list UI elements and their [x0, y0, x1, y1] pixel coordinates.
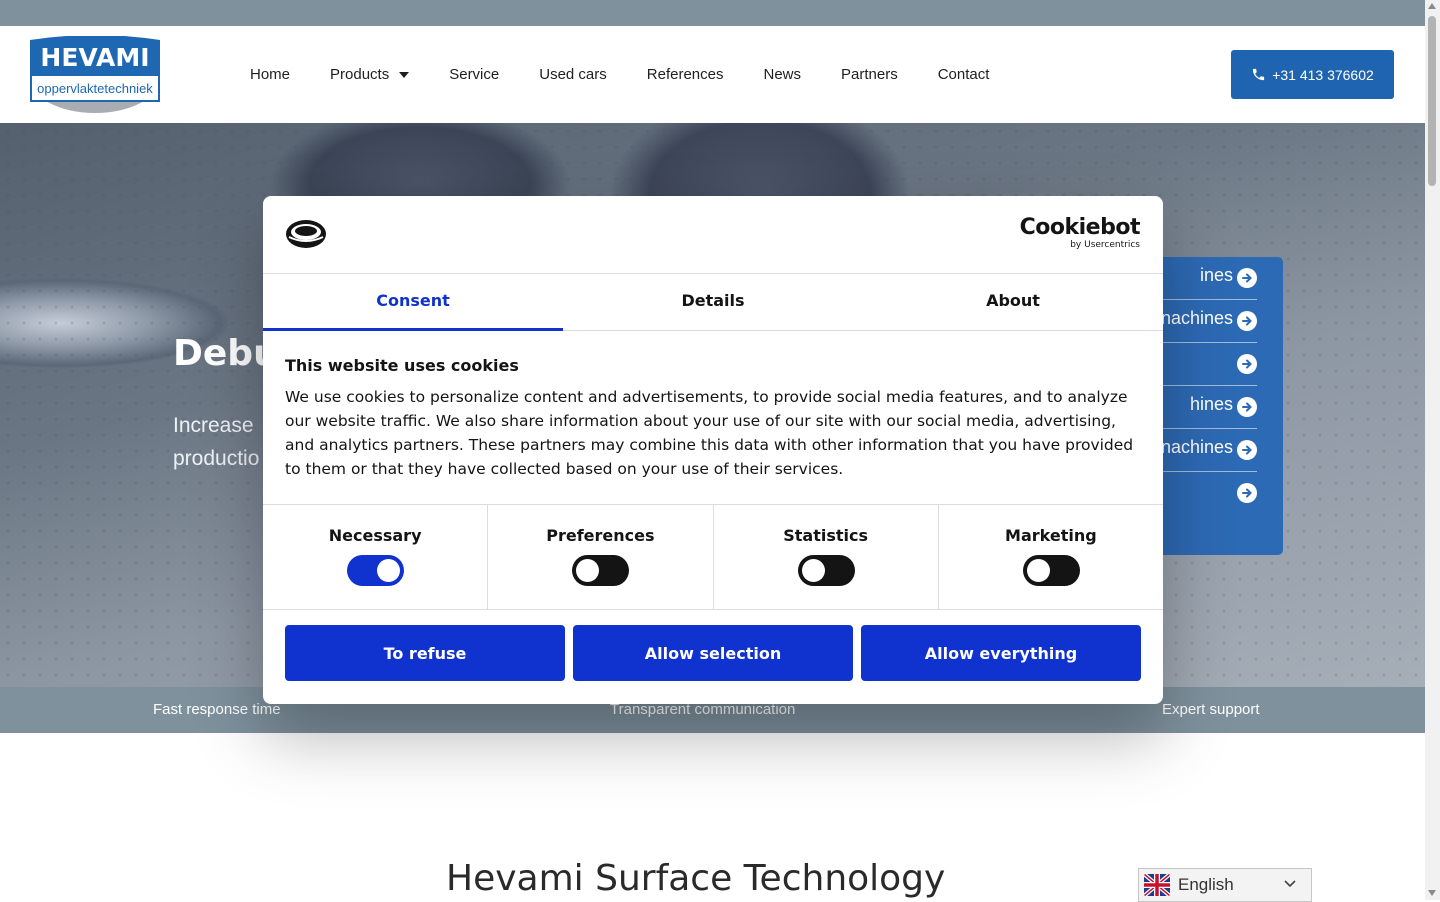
nav-home[interactable]: Home: [250, 66, 290, 83]
nav-products-label: Products: [330, 66, 390, 83]
statistics-toggle[interactable]: [797, 555, 855, 586]
tab-consent[interactable]: Consent: [263, 274, 563, 331]
phone-button[interactable]: +31 413 376602: [1231, 50, 1394, 99]
nav-products[interactable]: Products: [330, 66, 410, 83]
phone-number: +31 413 376602: [1272, 66, 1374, 83]
scroll-thumb[interactable]: [1428, 16, 1436, 186]
nav-references[interactable]: References: [647, 66, 724, 83]
nav-news-label: News: [763, 66, 802, 83]
toggle-knob: [377, 559, 401, 582]
category-preferences: Preferences: [488, 505, 714, 609]
dialog-buttons: To refuse Allow selection Allow everythi…: [285, 625, 1141, 681]
logo-wordmark: HEVAMI: [40, 43, 149, 72]
nav-service[interactable]: Service: [449, 66, 499, 83]
toggle-knob: [576, 559, 600, 582]
logo-tagline: oppervlaktetechniek: [37, 81, 153, 96]
category-label: Statistics: [783, 526, 868, 545]
nav-home-label: Home: [250, 66, 291, 83]
category-label: Preferences: [546, 526, 655, 545]
arrow-right-circle-icon: [1237, 354, 1257, 374]
uk-flag-icon: [1144, 874, 1170, 896]
marketing-toggle[interactable]: [1022, 555, 1080, 586]
toggle-knob: [1026, 559, 1050, 582]
nav-references-label: References: [646, 66, 724, 83]
phone-icon: [1253, 68, 1265, 81]
arrow-right-circle-icon: [1237, 268, 1257, 288]
dialog-body: This website uses cookies We use cookies…: [285, 356, 1145, 481]
tab-details[interactable]: Details: [563, 274, 863, 330]
brand-sub: by Usercentrics: [1070, 240, 1140, 250]
preferences-toggle[interactable]: [572, 555, 630, 586]
nav-partners-label: Partners: [841, 66, 898, 83]
nav-partners[interactable]: Partners: [841, 66, 898, 83]
arrow-right-circle-icon: [1237, 440, 1257, 460]
hevami-logo[interactable]: HEVAMI oppervlaktetechniek: [30, 35, 160, 113]
nav-used-cars[interactable]: Used cars: [539, 66, 607, 83]
brand-name: Cookiebot: [1019, 215, 1141, 240]
nav-news[interactable]: News: [764, 66, 802, 83]
category-necessary: Necessary: [263, 505, 489, 609]
category-statistics: Statistics: [714, 505, 939, 609]
category-label: Necessary: [328, 526, 422, 545]
refuse-button[interactable]: To refuse: [285, 625, 565, 681]
top-bar: [0, 0, 1425, 26]
section-title: Hevami Surface Technology: [446, 858, 946, 899]
page-scrollbar[interactable]: [1425, 0, 1440, 900]
tab-about[interactable]: About: [863, 274, 1163, 330]
cookie-consent-dialog: Cookiebot by Usercentrics Consent Detail…: [263, 196, 1163, 704]
category-label: Marketing: [1005, 526, 1097, 545]
arrow-right-circle-icon: [1237, 397, 1257, 417]
product-link-label: nachines: [1160, 437, 1233, 457]
allow-all-button[interactable]: Allow everything: [861, 625, 1141, 681]
dialog-text: We use cookies to personalize content an…: [285, 388, 1134, 478]
allow-selection-button[interactable]: Allow selection: [573, 625, 853, 681]
dialog-header: Cookiebot by Usercentrics: [263, 196, 1163, 274]
category-marketing: Marketing: [939, 505, 1163, 609]
nav-contact-label: Contact: [937, 66, 990, 83]
nav-contact[interactable]: Contact: [938, 66, 990, 83]
usp-item: Expert support: [1162, 701, 1260, 718]
cookie-logo-icon: [285, 219, 327, 253]
necessary-toggle[interactable]: [347, 555, 405, 586]
product-link-label: ines: [1199, 265, 1233, 285]
language-selector[interactable]: English: [1138, 868, 1312, 902]
arrow-right-circle-icon: [1237, 483, 1257, 503]
language-label: English: [1178, 875, 1234, 894]
arrow-right-circle-icon: [1237, 311, 1257, 331]
cookiebot-brand[interactable]: Cookiebot by Usercentrics: [1019, 215, 1141, 251]
usp-item: Fast response time: [153, 701, 281, 718]
nav-used-cars-label: Used cars: [539, 66, 607, 83]
cookie-categories: Necessary Preferences Statistics Marketi…: [263, 504, 1163, 610]
scroll-down-arrow-icon[interactable]: [1428, 890, 1436, 896]
dialog-heading: This website uses cookies: [285, 356, 519, 375]
main-nav: Home Products Service Used cars Referenc…: [250, 26, 1029, 123]
chevron-down-icon: [1284, 880, 1296, 888]
dialog-tabs: Consent Details About: [263, 274, 1163, 331]
nav-service-label: Service: [449, 66, 500, 83]
product-link-label: hines: [1189, 394, 1233, 414]
product-link-label: nachines: [1160, 308, 1233, 328]
scroll-up-arrow-icon[interactable]: [1428, 3, 1436, 9]
caret-down-icon: [399, 71, 410, 78]
toggle-knob: [801, 559, 825, 582]
site-header: HEVAMI oppervlaktetechniek Home Products…: [0, 26, 1425, 123]
